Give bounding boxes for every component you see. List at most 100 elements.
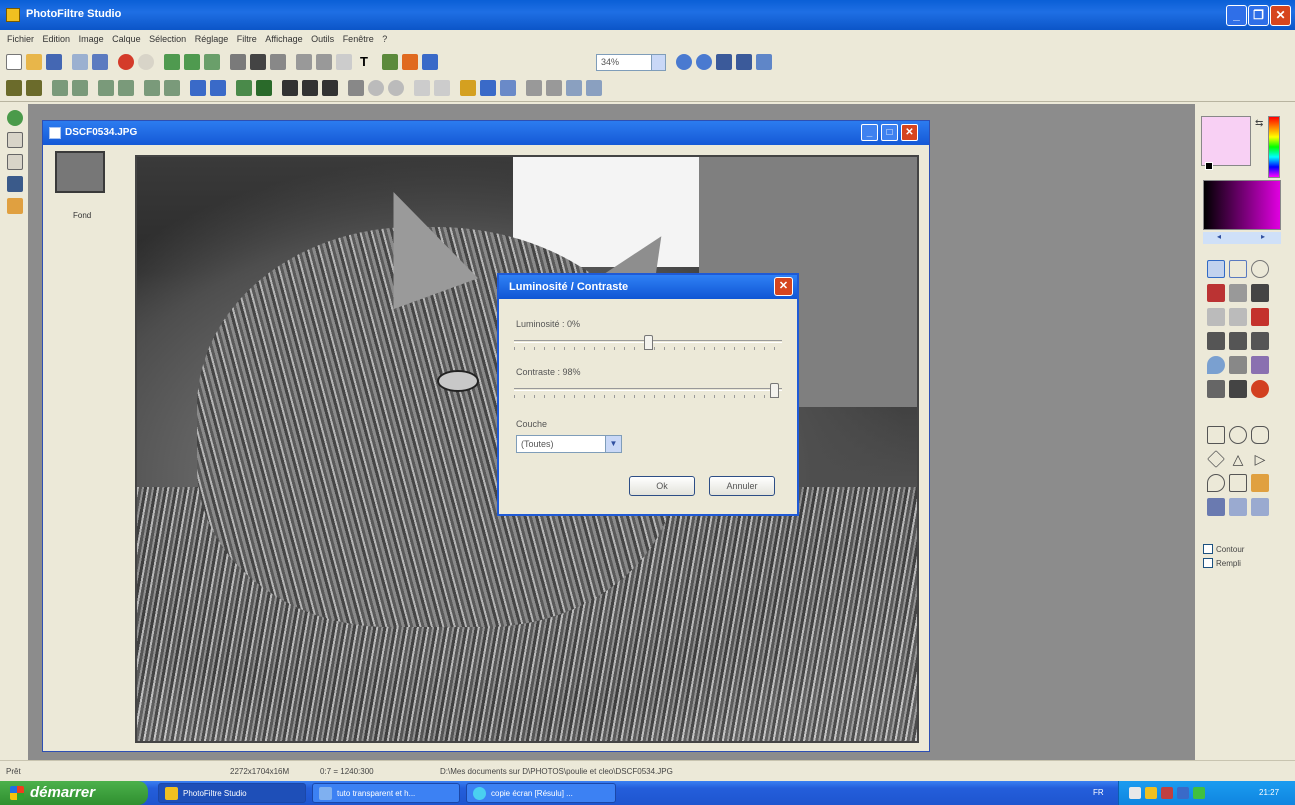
pattern-tool-icon[interactable] [1207,380,1225,398]
explorer-icon[interactable] [7,132,23,148]
triangle-right-shape-icon[interactable]: ▷ [1251,450,1269,468]
blur-icon[interactable] [302,80,318,96]
tray-security-icon[interactable] [1161,787,1173,799]
chevron-down-icon[interactable]: ▼ [605,436,621,452]
spray-tool-icon[interactable] [1229,308,1247,326]
sepia-icon[interactable] [256,80,272,96]
history-icon[interactable] [7,198,23,214]
restore-button[interactable]: ❐ [1248,5,1269,26]
eraser-tool-icon[interactable] [1251,308,1269,326]
copy-icon[interactable] [164,54,180,70]
fit-window-icon[interactable] [736,54,752,70]
shape-option-2-icon[interactable] [1229,498,1247,516]
filmstrip-icon[interactable] [7,176,23,192]
contrast-plus-icon[interactable] [118,80,134,96]
menu-image[interactable]: Image [76,30,107,48]
start-button[interactable]: démarrer [0,781,148,805]
image-close-button[interactable]: ✕ [901,124,918,141]
stamp-tool-icon[interactable] [1251,332,1269,350]
custom-shape-icon[interactable] [1251,474,1269,492]
shape-option-1-icon[interactable] [1207,498,1225,516]
brightness-plus-icon[interactable] [72,80,88,96]
chevron-down-icon[interactable] [651,55,665,70]
rounded-rect-shape-icon[interactable] [1251,426,1269,444]
tray-volume-icon[interactable] [1145,787,1157,799]
layer-icon[interactable] [382,54,398,70]
flip-h-icon[interactable] [348,80,364,96]
layer-thumbnail[interactable] [55,151,105,193]
ellipse-shape-icon[interactable] [1229,426,1247,444]
actual-size-icon[interactable] [716,54,732,70]
clock[interactable]: 21:27 [1259,788,1279,797]
fill-tool-icon[interactable] [1207,308,1225,326]
print-icon[interactable] [72,54,88,70]
brightness-minus-icon[interactable] [52,80,68,96]
fill-checkbox[interactable]: Rempli [1203,558,1273,570]
open-icon[interactable] [26,54,42,70]
eyedropper-tool-icon[interactable] [1207,284,1225,302]
web-icon[interactable] [586,80,602,96]
palette-next-icon[interactable]: ▸ [1261,232,1265,241]
minimize-button[interactable]: _ [1226,5,1247,26]
auto-levels-icon[interactable] [6,80,22,96]
lasso-tool-icon[interactable] [1251,260,1269,278]
save-icon[interactable] [46,54,62,70]
menu-outils[interactable]: Outils [308,30,337,48]
brightness-slider[interactable] [514,335,782,350]
rotate-left-icon[interactable] [296,54,312,70]
dialog-titlebar[interactable]: Luminosité / Contraste ✕ [499,275,797,299]
dialog-close-button[interactable]: ✕ [774,277,793,296]
background-color-swatch[interactable] [1205,162,1213,170]
transform-icon[interactable] [336,54,352,70]
zoom-select[interactable]: 34% [596,54,666,71]
grayscale-icon[interactable] [236,80,252,96]
channel-select[interactable]: (Toutes) ▼ [516,435,622,453]
red-eye-tool-icon[interactable] [1251,380,1269,398]
checkbox-box[interactable] [1203,544,1213,554]
full-screen-icon[interactable] [756,54,772,70]
contour-checkbox[interactable]: Contour [1203,544,1273,556]
negative-icon[interactable] [282,80,298,96]
blur-tool-icon[interactable] [1207,356,1225,374]
magic-wand-tool-icon[interactable] [1229,284,1247,302]
canvas-size-icon[interactable] [270,54,286,70]
layers-icon[interactable] [7,154,23,170]
task-photofiltre[interactable]: PhotoFiltre Studio [158,783,306,803]
redo-icon[interactable] [138,54,154,70]
paste-icon[interactable] [184,54,200,70]
line-tool-icon[interactable] [1251,284,1269,302]
cancel-button[interactable]: Annuler [709,476,775,496]
image-size-icon[interactable] [250,54,266,70]
ok-button[interactable]: Ok [629,476,695,496]
triangle-shape-icon[interactable]: △ [1229,450,1247,468]
menu-calque[interactable]: Calque [109,30,144,48]
image-tube-tool-icon[interactable] [1229,380,1247,398]
rotate-icon[interactable] [388,80,404,96]
brightness-slider-thumb[interactable] [644,335,653,350]
contrast-slider[interactable] [514,383,782,398]
image-window-titlebar[interactable]: DSCF0534.JPG _ □ ✕ [43,121,929,145]
text-tool-icon[interactable]: T [356,54,372,70]
menu-help[interactable]: ? [379,30,390,48]
menu-fichier[interactable]: Fichier [4,30,37,48]
gamma-minus-icon[interactable] [190,80,206,96]
pointer-tool-icon[interactable] [1207,260,1225,278]
gradient-icon[interactable] [414,80,430,96]
swap-colors-icon[interactable]: ⇆ [1255,118,1263,129]
plugin-icon[interactable] [402,54,418,70]
shape-option-3-icon[interactable] [1251,498,1269,516]
contrast-slider-thumb[interactable] [770,383,779,398]
batch-icon[interactable] [546,80,562,96]
smudge-tool-icon[interactable] [1229,356,1247,374]
color-gradient-picker[interactable] [1203,180,1281,230]
paste-new-icon[interactable] [204,54,220,70]
image-maximize-button[interactable]: □ [881,124,898,141]
crop-icon[interactable] [230,54,246,70]
menu-reglage[interactable]: Réglage [192,30,232,48]
menu-filtre[interactable]: Filtre [234,30,260,48]
saturation-plus-icon[interactable] [164,80,180,96]
image-minimize-button[interactable]: _ [861,124,878,141]
new-icon[interactable] [6,54,22,70]
sharpen-icon[interactable] [322,80,338,96]
zoom-out-icon[interactable] [696,54,712,70]
